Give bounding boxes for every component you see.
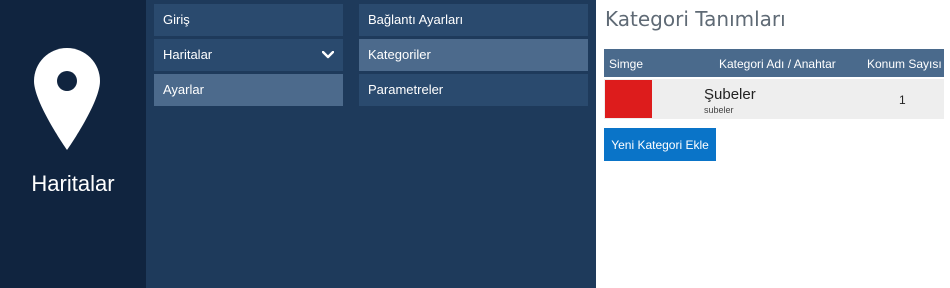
nav-item-parametreler[interactable]: Parametreler <box>359 74 588 106</box>
nav-item-label: Haritalar <box>163 47 213 62</box>
nav-item-label: Parametreler <box>368 82 444 97</box>
secondary-nav: Bağlantı Ayarları Kategoriler Parametrel… <box>351 0 596 288</box>
table-header: Simge Kategori Adı / Anahtar Konum Sayıs… <box>604 49 944 77</box>
brand-title: Haritalar <box>31 171 115 196</box>
category-color-swatch <box>605 80 652 118</box>
category-key: subeler <box>704 105 734 115</box>
nav-item-label: Giriş <box>163 12 190 27</box>
category-table: Simge Kategori Adı / Anahtar Konum Sayıs… <box>604 49 944 119</box>
column-header-konum-sayisi: Konum Sayısı <box>867 57 942 71</box>
nav-item-label: Bağlantı Ayarları <box>368 12 464 27</box>
nav-item-haritalar[interactable]: Haritalar <box>154 39 343 71</box>
column-header-simge: Simge <box>609 57 644 71</box>
nav-item-kategoriler[interactable]: Kategoriler <box>359 39 588 71</box>
map-pin-icon <box>34 48 100 150</box>
page-title: Kategori Tanımları <box>605 7 786 31</box>
brand-panel: Haritalar <box>0 0 146 288</box>
add-category-button[interactable]: Yeni Kategori Ekle <box>604 128 716 161</box>
table-row[interactable]: Şubeler subeler 1 <box>604 79 944 119</box>
nav-item-ayarlar[interactable]: Ayarlar <box>154 74 343 106</box>
location-count: 1 <box>899 93 906 107</box>
main-content: Kategori Tanımları Simge Kategori Adı / … <box>596 0 950 288</box>
column-header-kategori: Kategori Adı / Anahtar <box>719 57 836 71</box>
category-name: Şubeler <box>704 86 756 103</box>
nav-item-giris[interactable]: Giriş <box>154 4 343 36</box>
primary-nav: Giriş Haritalar Ayarlar <box>146 0 351 288</box>
nav-item-label: Kategoriler <box>368 47 431 62</box>
nav-item-label: Ayarlar <box>163 82 204 97</box>
chevron-down-icon <box>322 51 334 59</box>
nav-item-baglanti-ayarlari[interactable]: Bağlantı Ayarları <box>359 4 588 36</box>
